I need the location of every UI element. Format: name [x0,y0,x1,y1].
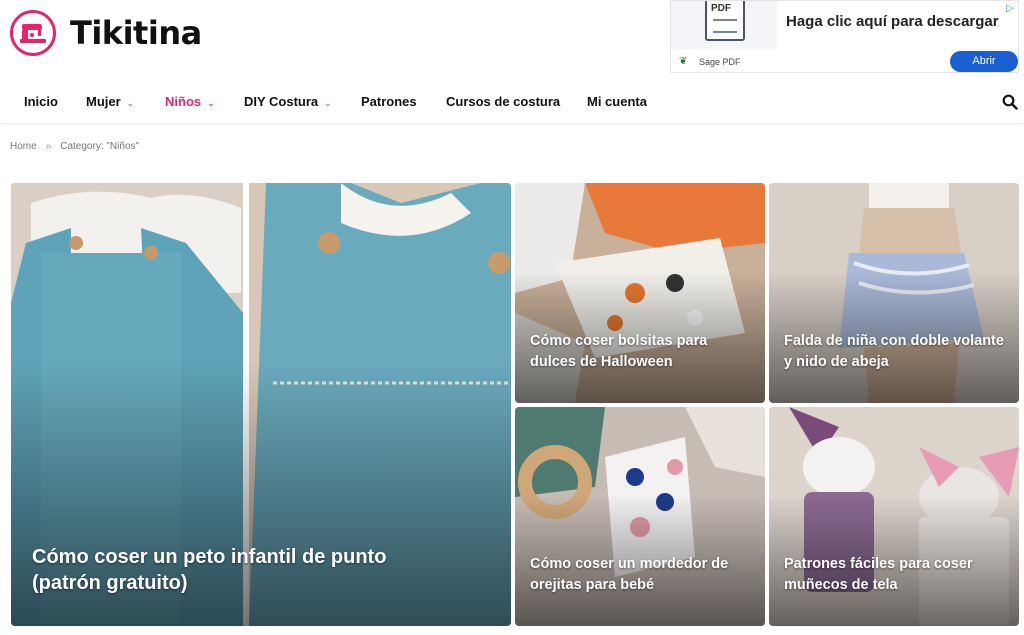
document-lines [713,19,737,33]
nav-item-cursos[interactable]: Cursos de costura [446,94,560,109]
nav-item-mujer[interactable]: Mujer ⌄ [86,94,134,109]
site-header: Tikitina PDF ▷ Haga clic aquí para desca… [0,0,1024,78]
post-title[interactable]: Cómo coser un mordedor de orejitas para … [530,554,750,596]
leaf-icon: ❦ [679,56,688,67]
breadcrumb-current: Category: "Niños" [60,141,140,152]
sewing-machine-icon [10,10,56,56]
featured-post-card[interactable]: Cómo coser un peto infantil de punto (pa… [11,183,511,626]
search-icon[interactable] [1002,94,1018,110]
nav-item-diy-costura[interactable]: DIY Costura ⌄ [244,94,332,109]
breadcrumb-separator: » [45,141,52,152]
breadcrumb-home[interactable]: Home [10,141,37,152]
nav-item-ninos[interactable]: Niños ⌄ [165,94,215,109]
nav-label: Cursos de costura [446,94,561,109]
post-card[interactable]: Cómo coser un mordedor de orejitas para … [515,407,765,626]
site-title: Tikitina [70,14,202,52]
post-title[interactable]: Cómo coser bolsitas para dulces de Hallo… [530,331,750,373]
nav-item-patrones[interactable]: Patrones [361,94,417,109]
breadcrumb: Home » Category: "Niños" [10,141,139,152]
nav-label: Inicio [24,94,58,109]
ad-open-button[interactable]: Abrir [950,51,1018,72]
nav-item-inicio[interactable]: Inicio [24,94,58,109]
post-title[interactable]: Patrones fáciles para coser muñecos de t… [784,554,1004,596]
ad-choices-icon[interactable]: ▷ [1006,3,1014,14]
nav-label: Niños [165,94,202,109]
nav-label: Patrones [361,94,417,109]
post-card[interactable]: Cómo coser bolsitas para dulces de Hallo… [515,183,765,403]
main-nav: Inicio Mujer ⌄ Niños ⌄ DIY Costura ⌄ Patron… [0,80,1024,124]
ad-thumbnail: PDF [671,1,777,49]
chevron-down-icon: ⌄ [324,98,332,108]
post-title[interactable]: Falda de niña con doble volante y nido d… [784,331,1004,373]
post-card[interactable]: Falda de niña con doble volante y nido d… [769,183,1019,403]
chevron-down-icon: ⌄ [126,98,135,108]
pdf-document-icon: PDF [705,1,745,41]
chevron-down-icon: ⌄ [207,98,215,108]
nav-label: Mujer [86,94,121,109]
post-card[interactable]: Patrones fáciles para coser muñecos de t… [769,407,1019,626]
nav-item-mi-cuenta[interactable]: Mi cuenta [587,94,647,109]
site-logo[interactable]: Tikitina [10,10,202,56]
post-title[interactable]: Cómo coser un peto infantil de punto (pa… [32,544,432,596]
ad-banner[interactable]: PDF ▷ Haga clic aquí para descargar ❦ Sa… [670,0,1019,73]
ad-brand: Sage PDF [699,57,741,67]
ad-title[interactable]: Haga clic aquí para descargar [786,13,999,30]
ad-thumb-label: PDF [711,3,731,14]
nav-label: Mi cuenta [587,94,647,109]
nav-label: DIY Costura [244,94,319,109]
